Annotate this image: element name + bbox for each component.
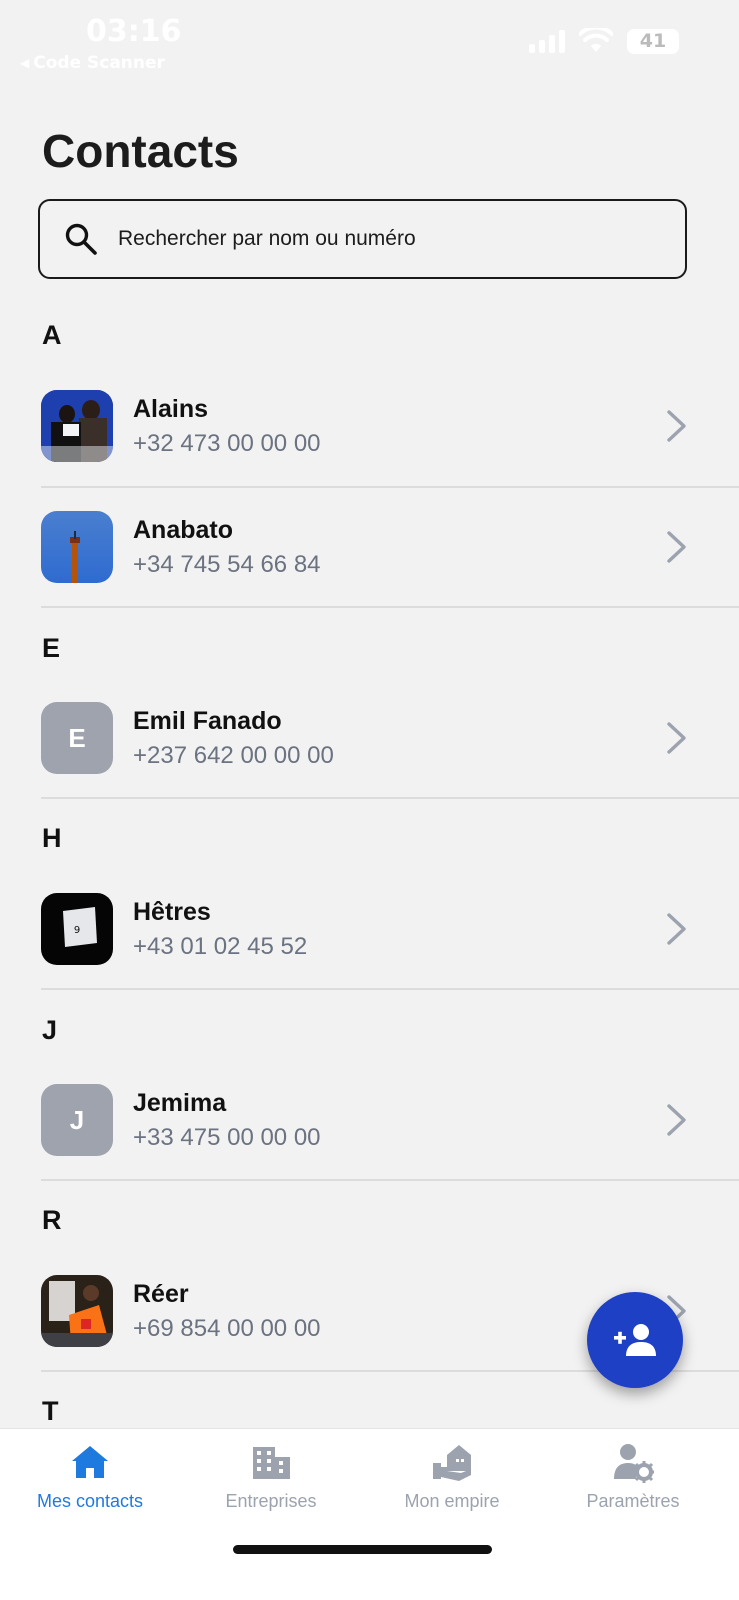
contact-name: Anabato — [133, 515, 233, 544]
search-bar[interactable] — [38, 199, 687, 279]
contact-row-emil-fanado[interactable]: E Emil Fanado +237 642 00 00 00 — [41, 678, 701, 798]
contact-phone: +34 745 54 66 84 — [133, 550, 321, 578]
contact-row-anabato[interactable]: Anabato +34 745 54 66 84 — [41, 487, 701, 607]
contact-phone: +237 642 00 00 00 — [133, 741, 334, 769]
section-header-r: R — [42, 1205, 62, 1235]
contact-name: Emil Fanado — [133, 706, 282, 735]
home-icon — [72, 1446, 108, 1478]
divider — [41, 1179, 739, 1181]
add-person-icon — [614, 1324, 656, 1356]
tab-mon-empire[interactable]: Mon empire — [362, 1441, 542, 1512]
tab-label: Entreprises — [225, 1491, 317, 1511]
tab-mes-contacts[interactable]: Mes contacts — [0, 1441, 180, 1512]
contact-photo-hetres: 9 — [41, 893, 113, 965]
page-title: Contacts — [42, 125, 239, 177]
chevron-right-icon — [667, 913, 686, 945]
chevron-right-icon — [667, 410, 686, 442]
wifi-icon — [579, 28, 613, 52]
tab-label: Mon empire — [404, 1491, 500, 1511]
contact-photo-alains — [41, 390, 113, 462]
divider — [41, 606, 739, 608]
status-indicators: 41 — [529, 28, 679, 54]
contact-name: Réer — [133, 1279, 189, 1308]
section-header-a: A — [42, 320, 62, 350]
battery-icon: 41 — [627, 28, 679, 54]
divider — [41, 797, 739, 799]
tab-entreprises[interactable]: Entreprises — [181, 1441, 361, 1512]
back-app-label: Code Scanner — [33, 53, 165, 73]
contact-row-hetres[interactable]: 9 Hêtres +43 01 02 45 52 — [41, 869, 701, 989]
contact-row-jemima[interactable]: J Jemima +33 475 00 00 00 — [41, 1060, 701, 1180]
empire-icon — [433, 1445, 471, 1481]
section-header-j: J — [42, 1015, 58, 1045]
cellular-signal-icon — [529, 29, 565, 53]
back-to-app-link[interactable]: ◀ Code Scanner — [20, 53, 165, 73]
section-header-h: H — [42, 823, 62, 853]
contact-photo-reer — [41, 1275, 113, 1347]
chevron-right-icon — [667, 1104, 686, 1136]
svg-text:9: 9 — [74, 925, 80, 936]
back-triangle-icon: ◀ — [20, 56, 30, 70]
chevron-right-icon — [667, 722, 686, 754]
contact-phone: +32 473 00 00 00 — [133, 429, 321, 457]
tab-parametres[interactable]: Paramètres — [543, 1441, 723, 1512]
search-icon — [65, 223, 97, 255]
user-settings-icon — [614, 1444, 654, 1483]
contact-initial-avatar: E — [41, 702, 113, 774]
contact-initial-avatar: J — [41, 1084, 113, 1156]
section-header-t: T — [42, 1396, 59, 1426]
home-indicator — [233, 1545, 492, 1554]
bottom-tab-bar: Mes contacts Entreprises Mon empire Para… — [0, 1428, 739, 1600]
search-input[interactable] — [118, 227, 638, 251]
contact-name: Jemima — [133, 1088, 227, 1117]
add-contact-button[interactable] — [587, 1292, 683, 1388]
contact-name: Hêtres — [133, 897, 211, 926]
tab-label: Paramètres — [586, 1491, 680, 1511]
contact-phone: +69 854 00 00 00 — [133, 1314, 321, 1342]
contact-name: Alains — [133, 394, 209, 423]
status-bar: 03:16 ◀ Code Scanner 41 — [0, 0, 739, 80]
contact-row-alains[interactable]: Alains +32 473 00 00 00 — [41, 366, 701, 486]
section-header-e: E — [42, 633, 61, 663]
status-time: 03:16 — [86, 14, 182, 49]
contact-phone: +33 475 00 00 00 — [133, 1123, 321, 1151]
tab-label: Mes contacts — [36, 1491, 144, 1511]
contact-phone: +43 01 02 45 52 — [133, 932, 308, 960]
contact-photo-anabato — [41, 511, 113, 583]
building-icon — [253, 1447, 290, 1479]
divider — [41, 988, 739, 990]
chevron-right-icon — [667, 531, 686, 563]
